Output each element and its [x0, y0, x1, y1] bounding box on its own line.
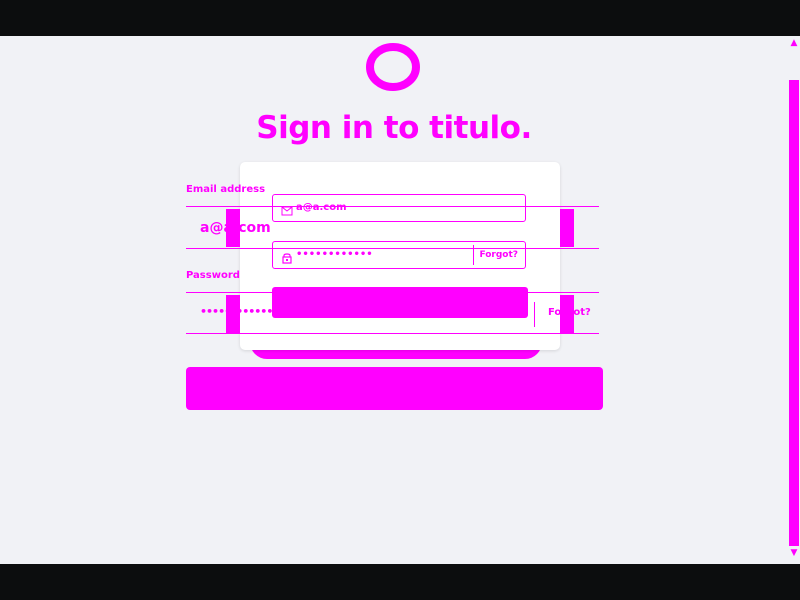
vertical-scrollbar[interactable] — [789, 80, 799, 546]
password-field[interactable]: •••••••••••• Forgot? — [272, 241, 526, 269]
scroll-up-arrow-icon[interactable]: ▲ — [789, 38, 799, 48]
email-address-label: Email address — [186, 184, 266, 195]
email-field-value[interactable]: a@a.com — [296, 201, 347, 215]
lock-icon — [281, 249, 293, 264]
circle-logo-icon — [365, 41, 423, 93]
password-field-value[interactable]: •••••••••••• — [296, 248, 373, 262]
login-card: a@a.com •••••••••••• Forgot? — [240, 162, 560, 350]
page-title: Sign in to titulo. — [256, 110, 532, 146]
password-outline-bottom — [186, 333, 599, 334]
sign-in-page: ▲ ▼ Sign in to titulo. a@a.com •••••••••… — [0, 36, 800, 564]
email-large-value: a@a.com — [200, 220, 271, 236]
email-field[interactable]: a@a.com — [272, 194, 526, 222]
large-sign-in-button[interactable] — [186, 367, 603, 410]
scroll-down-arrow-icon[interactable]: ▼ — [789, 548, 799, 558]
password-large-value: •••••••••••• — [200, 305, 273, 318]
forgot-large-link[interactable]: Forgot? — [548, 307, 591, 319]
password-outline-top — [186, 292, 599, 293]
password-label: Password — [186, 270, 240, 281]
email-outline-top — [186, 206, 599, 207]
email-outline-bottom — [186, 248, 599, 249]
forgot-password-link[interactable]: Forgot? — [479, 248, 518, 262]
forgot-large-divider — [534, 302, 535, 327]
mail-icon — [281, 202, 293, 216]
email-right-block — [560, 209, 574, 247]
